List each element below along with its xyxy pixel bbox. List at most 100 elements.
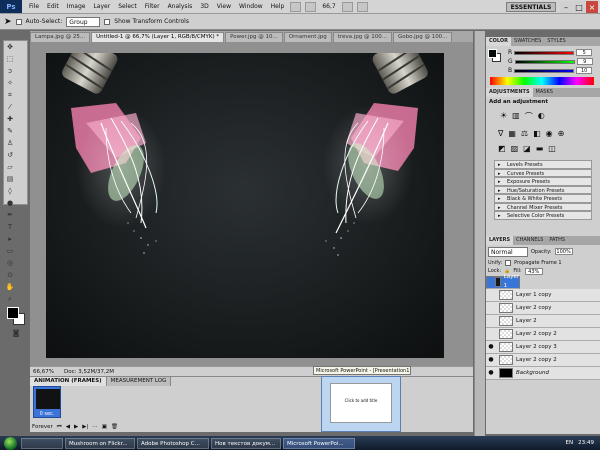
tween-icon[interactable]: ⋯ — [92, 424, 98, 430]
minimize-button[interactable]: – — [560, 1, 572, 13]
menu-window[interactable]: Window — [235, 3, 267, 10]
blur-tool-icon[interactable]: ◊ — [5, 186, 15, 196]
layer-row[interactable]: Layer 1 — [486, 273, 520, 291]
document-canvas[interactable] — [46, 53, 444, 358]
workspace-switcher[interactable]: ESSENTIALS — [506, 2, 556, 12]
blue-slider[interactable] — [514, 68, 575, 73]
loop-select[interactable]: Forever — [32, 424, 53, 430]
gradient-map-icon[interactable]: ▬ — [536, 144, 544, 153]
tab-color[interactable]: COLOR — [486, 37, 512, 46]
red-value[interactable]: 5 — [576, 49, 593, 56]
move-tool-icon[interactable]: ➤ — [4, 17, 12, 27]
prev-frame-icon[interactable]: ◀ — [66, 424, 70, 430]
layer-name[interactable]: Layer 1 — [504, 273, 519, 291]
posterize-icon[interactable]: ▨ — [511, 144, 519, 153]
layer-name[interactable]: Layer 1 copy — [516, 292, 551, 298]
layer-row[interactable]: Layer 2 copy 2 — [486, 327, 600, 341]
layer-row[interactable]: Layer 2 copy — [486, 301, 600, 315]
preset-channel-mixer[interactable]: Channel Mixer Presets — [494, 202, 592, 211]
layer-name[interactable]: Layer 2 copy 2 — [516, 357, 557, 363]
layer-row[interactable]: Layer 1 copy — [486, 288, 600, 302]
tab-styles[interactable]: STYLES — [544, 37, 568, 46]
tab-channels[interactable]: CHANNELS — [513, 236, 546, 245]
visibility-icon[interactable]: ● — [486, 369, 496, 376]
color-fg-swatch[interactable] — [488, 49, 497, 58]
menu-analysis[interactable]: Analysis — [164, 3, 197, 10]
dodge-tool-icon[interactable]: ● — [5, 198, 15, 208]
blue-value[interactable]: 10 — [576, 67, 593, 74]
frame-delay[interactable]: 0 sec. — [34, 411, 60, 417]
black-white-icon[interactable]: ◧ — [533, 129, 541, 138]
layer-row[interactable]: Layer 2 — [486, 314, 600, 328]
preset-exposure[interactable]: Exposure Presets — [494, 177, 592, 186]
layer-row[interactable]: ● Background — [486, 366, 600, 380]
vibrance-icon[interactable]: ∇ — [498, 129, 503, 138]
auto-select-dropdown[interactable]: Group — [66, 16, 101, 27]
animation-frame[interactable]: 0 sec. — [33, 386, 61, 418]
menu-3d[interactable]: 3D — [196, 3, 212, 10]
tab-layers[interactable]: LAYERS — [486, 235, 514, 245]
marquee-tool-icon[interactable]: ⬚ — [5, 54, 15, 64]
start-button[interactable] — [4, 436, 17, 450]
clock[interactable]: 23:49 — [578, 440, 594, 446]
color-ramp[interactable] — [490, 77, 594, 85]
magic-wand-icon[interactable]: ✧ — [5, 78, 15, 88]
3d-orbit-icon[interactable]: ⊙ — [5, 270, 15, 280]
taskbar-preview[interactable]: Click to add title — [321, 376, 401, 432]
preset-levels[interactable]: Levels Presets — [494, 160, 592, 169]
taskbar-item-photoshop[interactable]: Adobe Photoshop C... — [137, 437, 209, 449]
menu-file[interactable]: File — [25, 3, 43, 10]
delete-frame-icon[interactable]: 🗑 — [111, 424, 118, 430]
tab-animation-frames[interactable]: ANIMATION (FRAMES) — [30, 377, 107, 386]
preset-black-white[interactable]: Black & White Presets — [494, 194, 592, 203]
zoom-tool-button[interactable] — [356, 1, 368, 12]
layer-name[interactable]: Layer 2 copy 3 — [516, 344, 557, 350]
minibridge-button[interactable] — [305, 1, 317, 12]
clone-stamp-icon[interactable]: ♙ — [5, 138, 15, 148]
tab-adjustments[interactable]: ADJUSTMENTS — [486, 88, 533, 97]
bridge-button[interactable] — [290, 1, 302, 12]
hand-tool-button[interactable] — [341, 1, 353, 12]
fill-value[interactable]: 43% — [524, 267, 543, 275]
tab-lampa[interactable]: Lampa.jpg @ 25... — [30, 32, 91, 42]
brush-tool-icon[interactable]: ✎ — [5, 126, 15, 136]
taskbar-item-powerpoint[interactable]: Microsoft PowerPoi... — [283, 437, 355, 449]
menu-filter[interactable]: Filter — [141, 3, 164, 10]
layer-name[interactable]: Background — [516, 370, 549, 376]
color-swatches[interactable] — [4, 305, 27, 327]
close-button[interactable]: × — [586, 1, 598, 13]
curves-icon[interactable]: ⌒ — [525, 111, 533, 122]
crop-tool-icon[interactable]: ⌗ — [5, 90, 15, 100]
color-balance-icon[interactable]: ⚖ — [521, 129, 528, 138]
taskbar-item-notepad[interactable]: Нов текстов докум... — [211, 437, 281, 449]
hue-saturation-icon[interactable]: ▦ — [508, 129, 516, 138]
play-icon[interactable]: ▶ — [74, 424, 78, 430]
propagate-checkbox[interactable] — [505, 259, 512, 266]
menu-select[interactable]: Select — [114, 3, 141, 10]
lasso-tool-icon[interactable]: ↄ — [5, 66, 15, 76]
language-indicator[interactable]: EN — [566, 440, 574, 446]
green-value[interactable]: 9 — [576, 58, 593, 65]
menu-image[interactable]: Image — [63, 3, 90, 10]
layer-name[interactable]: Layer 2 — [516, 318, 537, 324]
tab-treva[interactable]: treva.jpg @ 100... — [332, 32, 393, 42]
threshold-icon[interactable]: ◪ — [523, 144, 531, 153]
red-slider[interactable] — [514, 50, 575, 55]
tab-ornament[interactable]: Ornament.jpg — [283, 32, 332, 42]
channel-mixer-icon[interactable]: ⊕ — [558, 129, 565, 138]
selective-color-icon[interactable]: ◫ — [548, 144, 556, 153]
auto-select-checkbox[interactable] — [15, 18, 22, 25]
path-selection-icon[interactable]: ▸ — [5, 234, 15, 244]
invert-icon[interactable]: ◩ — [498, 144, 506, 153]
eyedropper-icon[interactable]: ⁄ — [5, 102, 15, 112]
tab-paths[interactable]: PATHS — [546, 236, 568, 245]
visibility-icon[interactable]: ● — [486, 343, 496, 350]
maximize-button[interactable]: □ — [573, 1, 585, 13]
tab-swatches[interactable]: SWATCHES — [511, 37, 544, 46]
levels-icon[interactable]: ▥ — [512, 111, 520, 122]
zoom-tool-icon[interactable]: ⌕ — [5, 294, 15, 304]
history-brush-icon[interactable]: ↺ — [5, 150, 15, 160]
layer-name[interactable]: Layer 2 copy — [516, 305, 551, 311]
exposure-icon[interactable]: ◐ — [538, 111, 545, 122]
tab-masks[interactable]: MASKS — [533, 88, 556, 97]
